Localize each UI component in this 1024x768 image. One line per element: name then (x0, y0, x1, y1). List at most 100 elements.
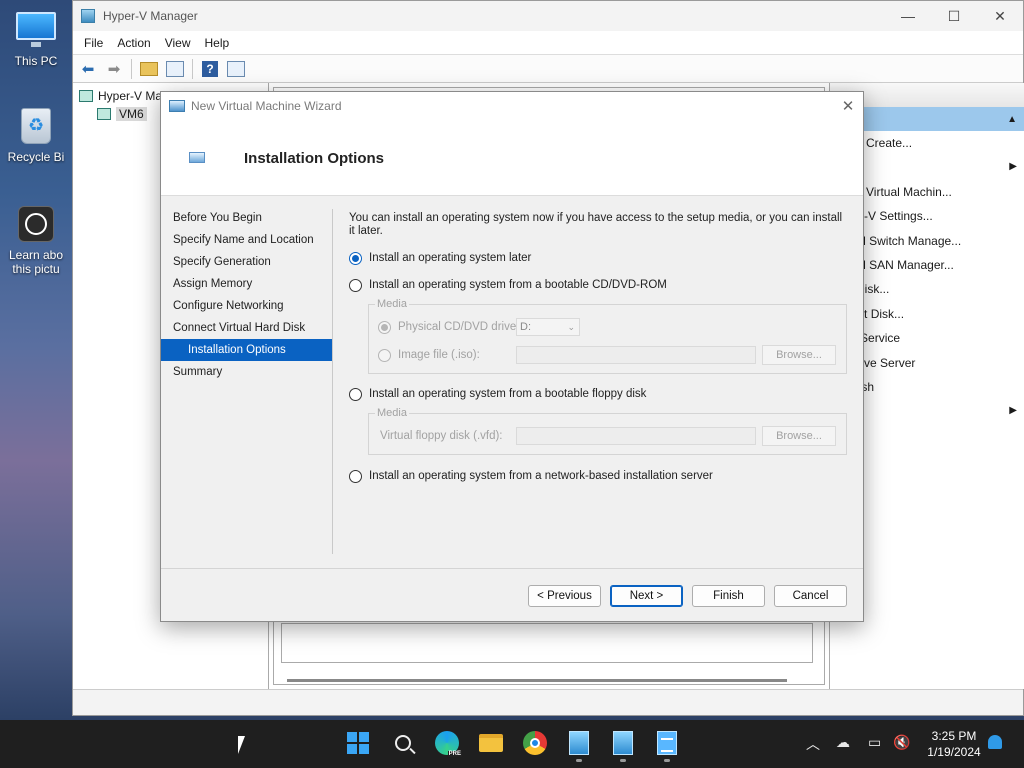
option-install-from-floppy[interactable]: Install an operating system from a boota… (349, 385, 646, 403)
finish-button[interactable]: Finish (692, 585, 765, 607)
wizard-page-title: Installation Options (244, 150, 385, 167)
physical-drive-option[interactable]: Physical CD/DVD drive: (378, 318, 519, 336)
nav-configure-networking[interactable]: Configure Networking (161, 295, 333, 317)
chevron-down-icon: ⌄ (567, 322, 575, 332)
wizard-divider (332, 209, 333, 554)
edge-browser-icon: PRE (435, 731, 462, 757)
hyperv-toolbar: ⬅ ➡ ? (73, 55, 1023, 83)
nav-specify-generation[interactable]: Specify Generation (161, 251, 333, 273)
wizard-title: New Virtual Machine Wizard (191, 99, 342, 113)
start-button[interactable] (345, 730, 371, 756)
hyperv-taskbar-button[interactable] (566, 730, 592, 756)
taskbar: PRE ︿ ☁ ▭ 🔇 3:25 PM 1/19/2024 (0, 720, 1024, 768)
file-explorer-icon (479, 734, 503, 752)
desktop-icon-label: This PC (14, 54, 58, 68)
forward-arrow-icon[interactable]: ➡ (103, 58, 125, 80)
option-label: Install an operating system later (369, 252, 532, 264)
previous-button[interactable]: < Previous (528, 585, 601, 607)
learn-about-picture-icon (16, 206, 56, 244)
nav-specify-name-location[interactable]: Specify Name and Location (161, 229, 333, 251)
option-install-from-cd[interactable]: Install an operating system from a boota… (349, 276, 667, 294)
desktop-icon-recycle-bin[interactable]: Recycle Bi (0, 108, 72, 164)
notification-bell-icon[interactable] (988, 735, 1002, 749)
file-explorer-taskbar-button[interactable] (478, 730, 504, 756)
status-bar (73, 689, 1023, 715)
notepad-taskbar-button[interactable] (654, 730, 680, 756)
back-arrow-icon[interactable]: ⬅ (77, 58, 99, 80)
wizard-nav: Before You Begin Specify Name and Locati… (161, 207, 333, 383)
next-button[interactable]: Next > (610, 585, 683, 607)
show-hide-action-pane-icon[interactable] (225, 58, 247, 80)
hyperv-titlebar[interactable]: Hyper-V Manager — ☐ ✕ (73, 1, 1023, 31)
option-label: Install an operating system from a netwo… (369, 470, 713, 482)
tree-item-label: VM6 (116, 107, 147, 121)
up-folder-icon[interactable] (138, 58, 160, 80)
minimize-button[interactable]: — (885, 1, 931, 31)
hyperv-connect-taskbar-button[interactable] (610, 730, 636, 756)
cd-media-group: Media Physical CD/DVD drive: D: ⌄ Image … (368, 298, 847, 374)
radio-install-later[interactable] (349, 251, 362, 265)
option-label: Install an operating system from a boota… (369, 279, 667, 291)
onedrive-icon[interactable]: ☁ (836, 734, 850, 751)
vfd-label: Virtual floppy disk (.vfd): (380, 430, 503, 442)
option-install-from-network[interactable]: Install an operating system from a netwo… (349, 467, 713, 485)
volume-muted-icon[interactable]: 🔇 (893, 734, 910, 751)
server-tree-icon (97, 108, 111, 120)
option-label: Install an operating system from a boota… (369, 388, 647, 400)
chrome-taskbar-button[interactable] (522, 730, 548, 756)
menu-help[interactable]: Help (198, 36, 237, 50)
drive-select-value: D: (520, 321, 531, 333)
drive-select[interactable]: D: ⌄ (516, 318, 580, 336)
nav-assign-memory[interactable]: Assign Memory (161, 273, 333, 295)
desktop-icon-label: Learn abo (8, 248, 64, 262)
radio-install-from-floppy[interactable] (349, 387, 362, 401)
desktop-icon-label-line2: this pictu (12, 262, 60, 276)
menu-action[interactable]: Action (110, 36, 157, 50)
help-icon[interactable]: ? (199, 58, 221, 80)
desktop-icon-label: Recycle Bi (7, 150, 65, 164)
physical-drive-label: Physical CD/DVD drive: (398, 321, 520, 333)
network-icon[interactable]: ▭ (868, 734, 881, 751)
wizard-titlebar[interactable]: New Virtual Machine Wizard ✕ (161, 92, 863, 120)
wizard-header: Installation Options (161, 120, 863, 196)
running-indicator (664, 759, 670, 762)
radio-install-from-cd[interactable] (349, 278, 362, 292)
menu-view[interactable]: View (158, 36, 198, 50)
desktop-icon-learn-about-picture[interactable]: Learn abo this pictu (0, 206, 72, 276)
edge-taskbar-button[interactable]: PRE (434, 730, 462, 757)
search-button[interactable] (390, 730, 416, 756)
running-indicator (576, 759, 582, 762)
radio-image-file[interactable] (378, 348, 391, 362)
collapse-up-icon[interactable]: ▲ (1007, 114, 1017, 125)
show-hidden-icons-chevron-icon[interactable]: ︿ (806, 734, 820, 754)
browse-iso-button[interactable]: Browse... (762, 345, 836, 365)
show-hide-console-tree-icon[interactable] (164, 58, 186, 80)
system-clock[interactable]: 3:25 PM 1/19/2024 (914, 728, 994, 760)
nav-before-you-begin[interactable]: Before You Begin (161, 207, 333, 229)
nav-connect-virtual-hard-disk[interactable]: Connect Virtual Hard Disk (161, 317, 333, 339)
radio-physical-drive[interactable] (378, 320, 391, 334)
radio-install-from-network[interactable] (349, 469, 362, 483)
nav-summary[interactable]: Summary (161, 361, 333, 383)
vfd-path-input[interactable] (516, 427, 756, 445)
close-button[interactable]: ✕ (977, 1, 1023, 31)
desktop-icon-this-pc[interactable]: This PC (0, 12, 72, 68)
media-legend: Media (375, 407, 409, 419)
menu-file[interactable]: File (77, 36, 110, 50)
nav-installation-options[interactable]: Installation Options (161, 339, 333, 361)
wizard-close-button[interactable]: ✕ (833, 97, 863, 115)
cancel-button[interactable]: Cancel (774, 585, 847, 607)
running-indicator (620, 759, 626, 762)
image-file-label: Image file (.iso): (398, 349, 480, 361)
horizontal-scrollbar[interactable] (287, 679, 787, 682)
image-file-option[interactable]: Image file (.iso): (378, 346, 480, 364)
clock-date: 1/19/2024 (927, 745, 981, 759)
option-install-later[interactable]: Install an operating system later (349, 249, 531, 267)
browse-vfd-button[interactable]: Browse... (762, 426, 836, 446)
maximize-button[interactable]: ☐ (931, 1, 977, 31)
clock-time: 3:25 PM (931, 729, 977, 743)
vfd-option: Virtual floppy disk (.vfd): (380, 427, 503, 445)
image-file-path-input[interactable] (516, 346, 756, 364)
notepad-icon (657, 731, 677, 755)
submenu-arrow-icon: ▶ (1009, 405, 1017, 417)
